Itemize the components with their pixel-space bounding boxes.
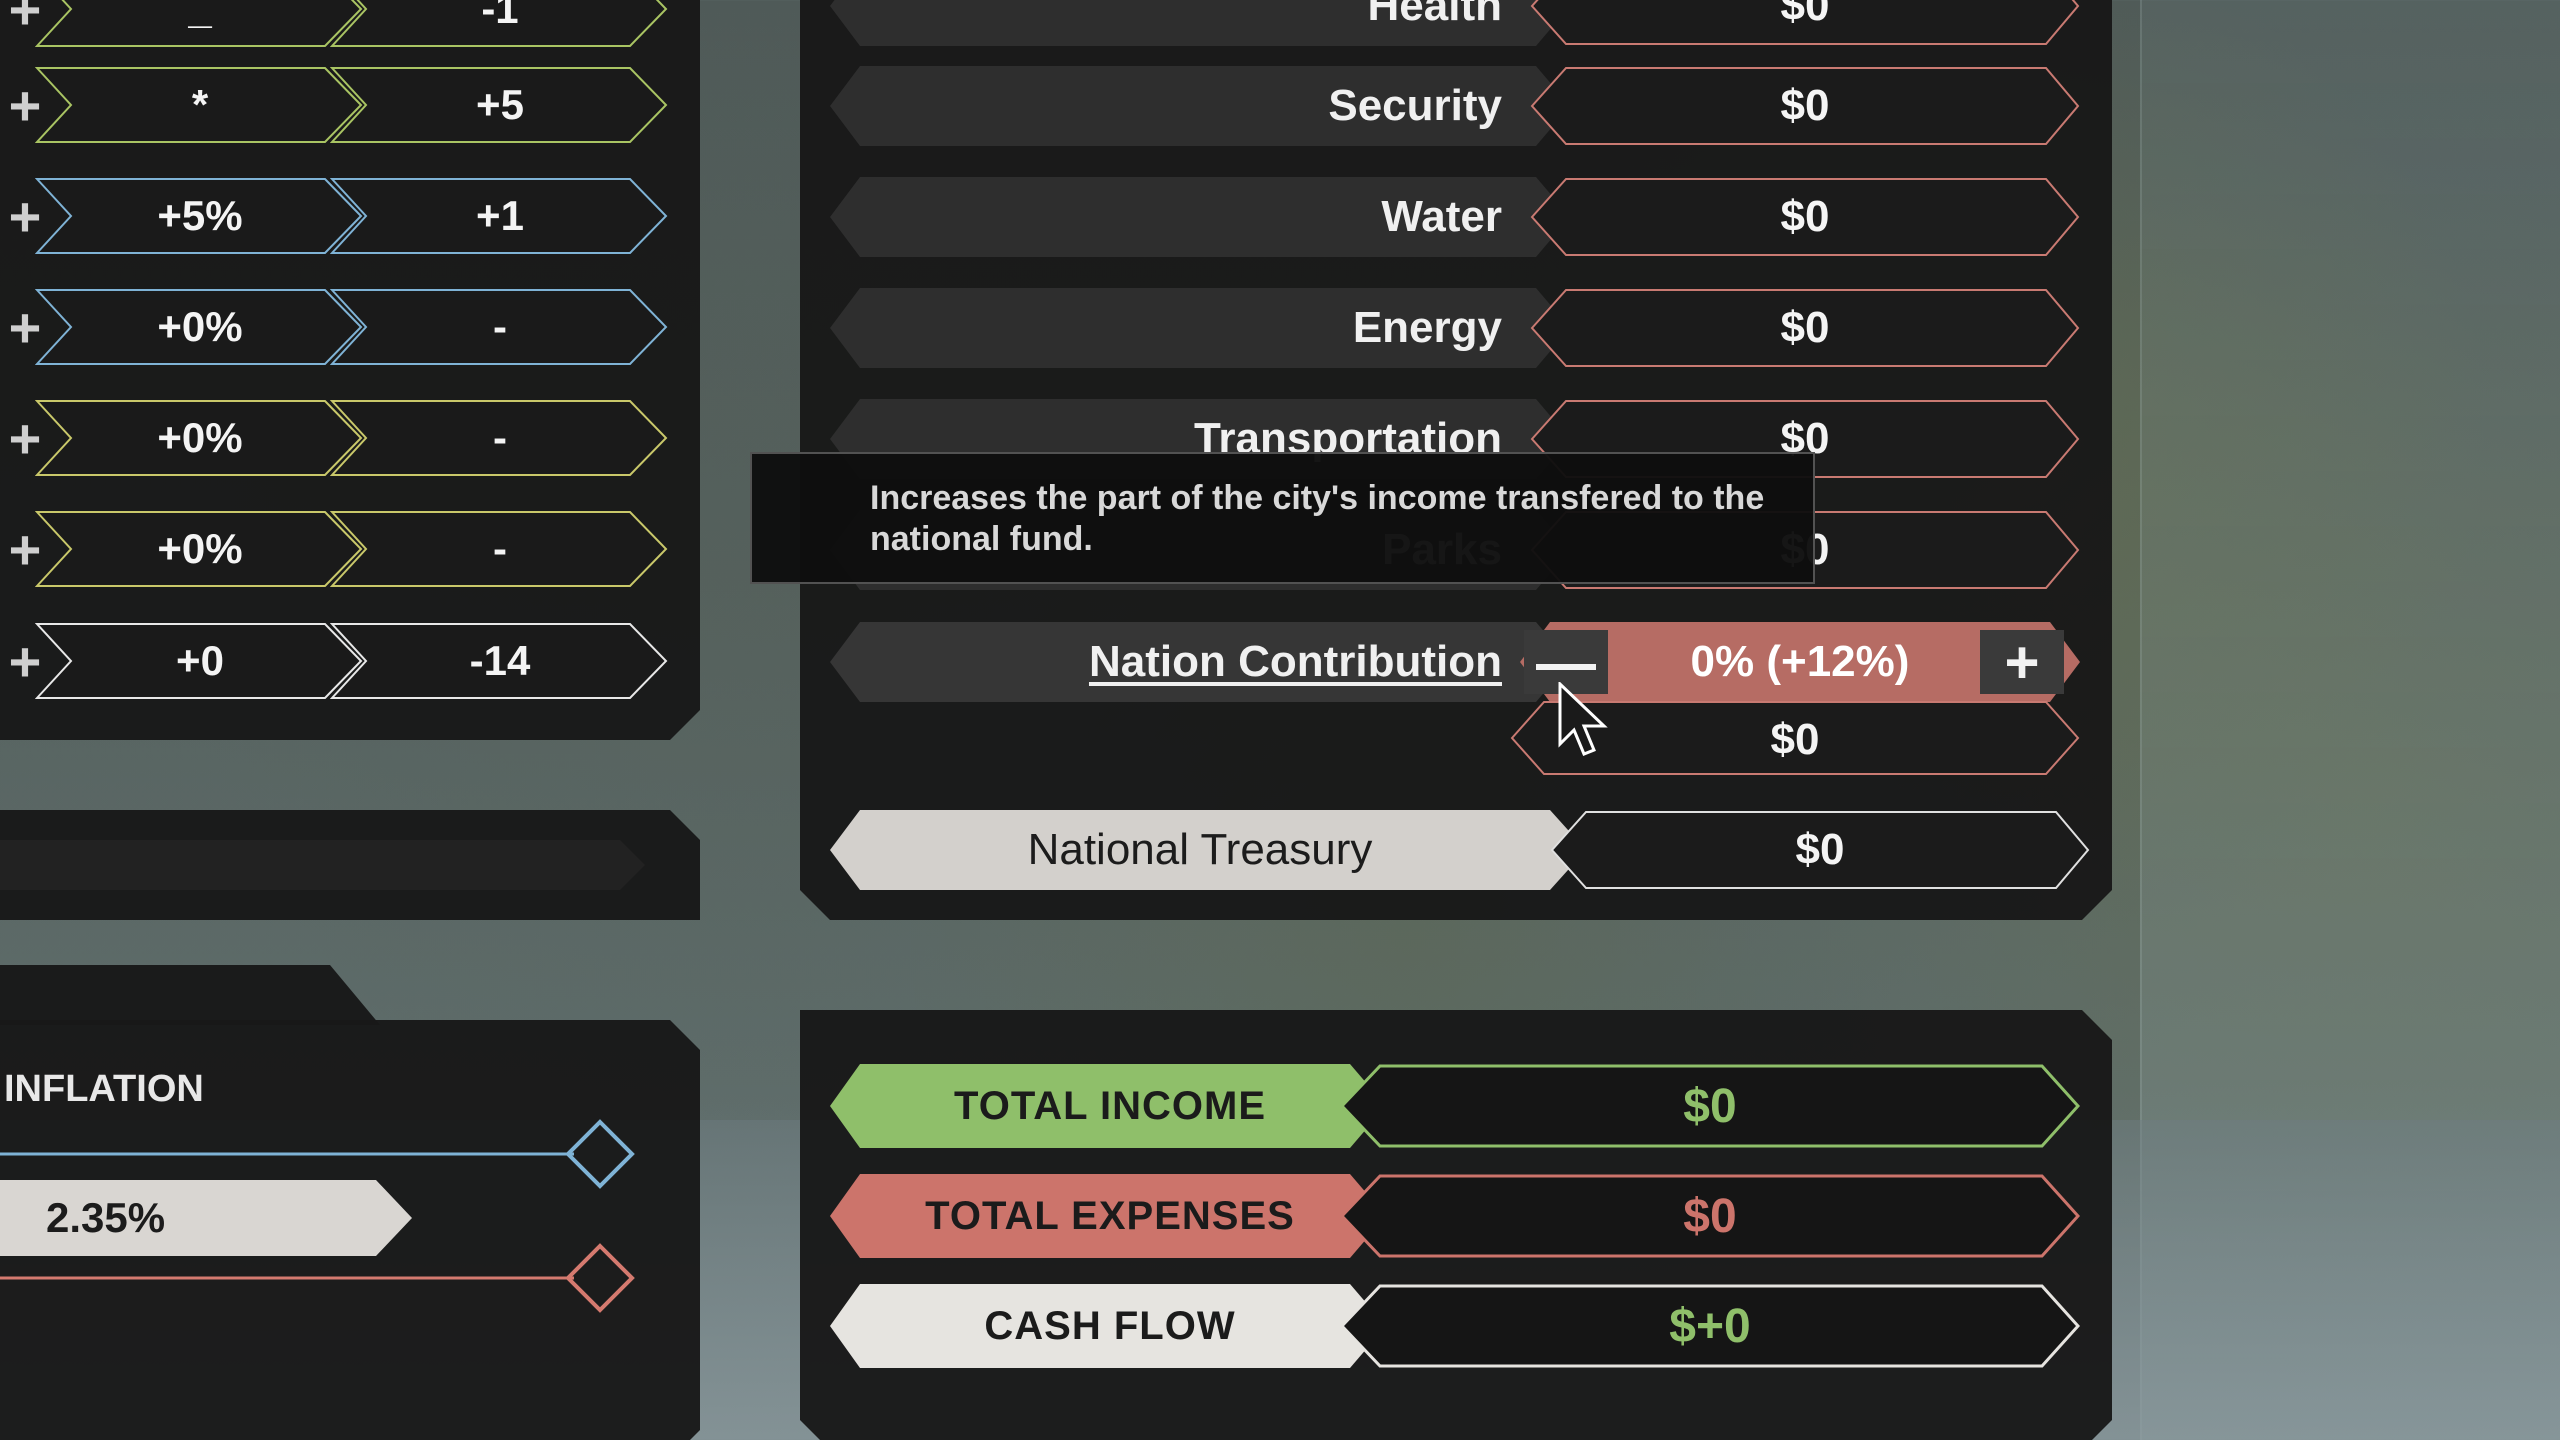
modifier-value: +0% (157, 525, 243, 572)
modifier-cell-b: -1 (330, 0, 670, 48)
increase-contribution-button[interactable]: + (1980, 628, 2064, 696)
modifier-row: + _ -1 (0, 0, 670, 48)
budget-row-energy[interactable]: Energy $0 (830, 288, 2080, 368)
nation-contribution-tooltip: Increases the part of the city's income … (750, 452, 1815, 584)
modifier-value: +0 (176, 637, 224, 684)
nation-contribution-label-cell: Nation Contribution (830, 622, 1570, 702)
nation-contribution-amount-row: $0 (830, 700, 2080, 780)
budget-label: Energy (1352, 303, 1502, 352)
modifier-row: + +0% - (0, 399, 670, 477)
inflation-chart (0, 1119, 635, 1313)
total-income-label: TOTAL INCOME (954, 1083, 1266, 1128)
modifier-value: +1 (476, 192, 524, 239)
modifier-cell-a: _ (35, 0, 365, 48)
cash-flow-label-cell: CASH FLOW (830, 1284, 1390, 1368)
budget-value: $0 (1780, 81, 1830, 130)
modifier-row: + +0% - (0, 510, 670, 588)
modifiers-footer-bar (0, 810, 700, 920)
cash-flow-label: CASH FLOW (984, 1303, 1236, 1348)
modifier-value: -14 (469, 637, 531, 684)
total-expenses-value: $0 (1683, 1189, 1737, 1243)
total-income-row: TOTAL INCOME $0 (830, 1064, 2080, 1148)
nation-contribution-row: Nation Contribution 0% (+12%) (830, 622, 2080, 702)
modifier-value: - (493, 303, 507, 350)
total-expenses-label: TOTAL EXPENSES (925, 1193, 1295, 1238)
budget-value-cell: $0 (1530, 288, 2080, 368)
nation-contribution-label[interactable]: Nation Contribution (1089, 637, 1502, 687)
inflation-marker-upper (565, 1119, 635, 1189)
modifier-value: - (493, 525, 507, 572)
plus-icon: + (2004, 628, 2040, 696)
total-expenses-value-cell: $0 (1340, 1174, 2080, 1258)
modifier-cell-b: - (330, 510, 670, 588)
mouse-cursor-icon (1558, 682, 1608, 756)
budget-label-cell: Health (830, 0, 1570, 46)
nation-contribution-percent: 0% (+12%) (1690, 637, 1910, 686)
modifier-cell-b: -14 (330, 622, 670, 700)
modifier-value: +0% (157, 414, 243, 461)
inflation-value-pill: 2.35% (0, 1180, 412, 1256)
cash-flow-row: CASH FLOW $+0 (830, 1284, 2080, 1368)
nation-contribution-amount: $0 (1770, 715, 1820, 764)
modifier-cell-b: - (330, 399, 670, 477)
modifier-value: -1 (481, 0, 519, 32)
modifier-value: _ (188, 0, 212, 32)
budget-row-health[interactable]: Health $0 (830, 0, 2080, 46)
total-income-value: $0 (1683, 1079, 1737, 1133)
modifier-cell-b: +5 (330, 66, 670, 144)
budget-label-cell: Security (830, 66, 1570, 146)
national-treasury-label: National Treasury (1027, 825, 1373, 874)
budget-value: $0 (1780, 303, 1830, 352)
modifier-cell-a: * (35, 66, 365, 144)
budget-label: Security (1328, 81, 1502, 130)
modifier-cell-b: +1 (330, 177, 670, 255)
modifier-value: +5 (476, 81, 524, 128)
modifier-row: + +5% +1 (0, 177, 670, 255)
national-treasury-label-cell: National Treasury (830, 810, 1586, 890)
inflation-value: 2.35% (46, 1194, 166, 1241)
budget-value: $0 (1780, 0, 1830, 30)
total-income-value-cell: $0 (1340, 1064, 2080, 1148)
budget-value-cell: $0 (1530, 66, 2080, 146)
modifier-row: + * +5 (0, 66, 670, 144)
budget-value-cell: $0 (1530, 0, 2080, 46)
budget-label-cell: Water (830, 177, 1570, 257)
modifier-cell-b: - (330, 288, 670, 366)
national-treasury-value-cell: $0 (1550, 810, 2090, 890)
budget-value-cell: $0 (1530, 177, 2080, 257)
budget-row-water[interactable]: Water $0 (830, 177, 2080, 257)
total-expenses-label-cell: TOTAL EXPENSES (830, 1174, 1390, 1258)
modifier-value: +0% (157, 303, 243, 350)
modifier-value: +5% (157, 192, 243, 239)
total-expenses-row: TOTAL EXPENSES $0 (830, 1174, 2080, 1258)
cash-flow-value: $+0 (1669, 1299, 1751, 1353)
modifier-row: + +0% - (0, 288, 670, 366)
total-income-label-cell: TOTAL INCOME (830, 1064, 1390, 1148)
budget-label: Water (1381, 192, 1502, 241)
modifier-value: - (493, 414, 507, 461)
modifier-value: * (191, 81, 209, 128)
budget-row-security[interactable]: Security $0 (830, 66, 2080, 146)
budget-label-cell: Energy (830, 288, 1570, 368)
national-treasury-value: $0 (1795, 825, 1845, 874)
budget-label: Health (1367, 0, 1502, 30)
inflation-panel-tab (0, 965, 380, 1025)
modifier-cell-a: +0% (35, 399, 365, 477)
cash-flow-value-cell: $+0 (1340, 1284, 2080, 1368)
inflation-marker-lower (565, 1243, 635, 1313)
national-treasury-row: National Treasury $0 (830, 810, 2090, 890)
modifier-cell-a: +0% (35, 510, 365, 588)
modifier-row: + +0 -14 (0, 622, 670, 700)
modifier-cell-a: +5% (35, 177, 365, 255)
modifier-cell-a: +0 (35, 622, 365, 700)
budget-value: $0 (1780, 192, 1830, 241)
modifier-cell-a: +0% (35, 288, 365, 366)
